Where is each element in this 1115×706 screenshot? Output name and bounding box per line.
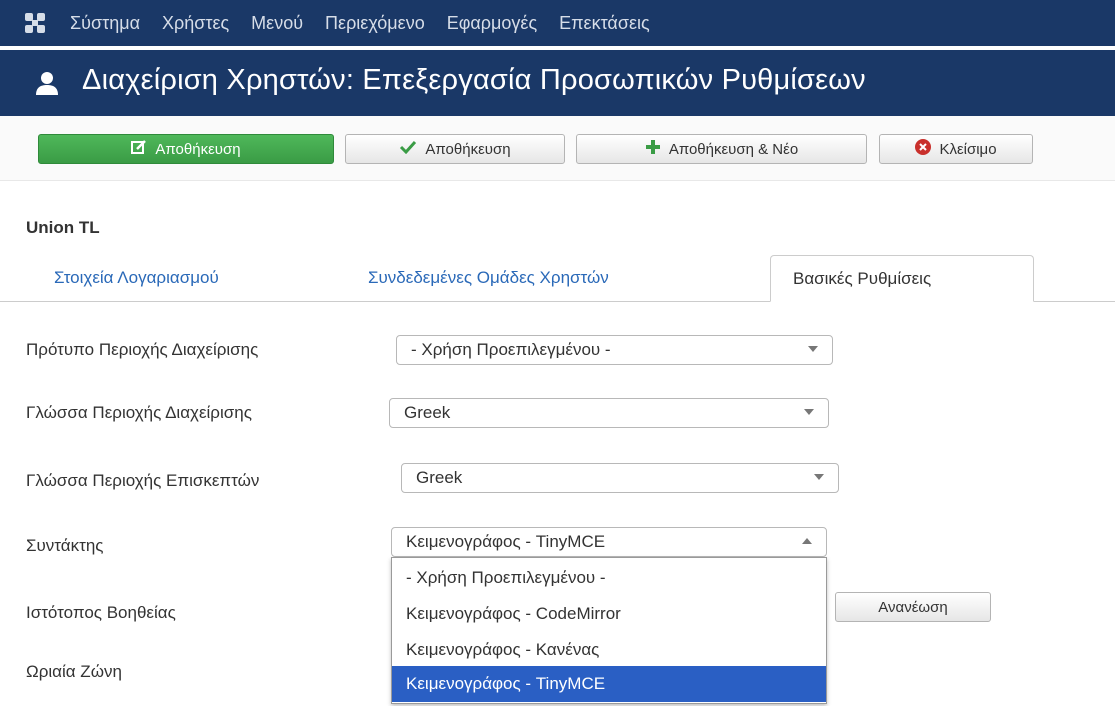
tab-assigned-groups[interactable]: Συνδεδεμένες Ομάδες Χρηστών xyxy=(368,255,609,301)
user-name-heading: Union TL xyxy=(26,218,100,237)
admin-template-select[interactable]: - Χρήση Προεπιλεγμένου - xyxy=(396,335,833,365)
editor-option[interactable]: - Χρήση Προεπιλεγμένου - xyxy=(392,560,826,596)
save-button[interactable]: Αποθήκευση xyxy=(38,134,334,164)
user-icon xyxy=(36,72,58,95)
save-button-label: Αποθήκευση xyxy=(155,140,241,158)
menu-item-menus[interactable]: Μενού xyxy=(251,13,303,34)
help-site-label: Ιστότοπος Βοηθείας xyxy=(26,603,176,622)
plus-icon xyxy=(645,139,661,159)
editor-label: Συντάκτης xyxy=(26,536,104,555)
menu-item-users[interactable]: Χρήστες xyxy=(162,13,229,34)
menu-item-extensions[interactable]: Επεκτάσεις xyxy=(559,13,650,34)
top-navbar: Σύστημα Χρήστες Μενού Περιεχόμενο Εφαρμο… xyxy=(0,0,1115,46)
main-menu: Σύστημα Χρήστες Μενού Περιεχόμενο Εφαρμο… xyxy=(70,0,672,46)
site-language-select[interactable]: Greek xyxy=(401,463,839,493)
tab-bar: Στοιχεία Λογαριασμού Συνδεδεμένες Ομάδες… xyxy=(0,255,1115,302)
site-language-label: Γλώσσα Περιοχής Επισκεπτών xyxy=(26,471,260,490)
chevron-down-icon xyxy=(814,474,824,480)
admin-language-label: Γλώσσα Περιοχής Διαχείρισης xyxy=(26,403,252,422)
close-button[interactable]: Κλείσιμο xyxy=(879,134,1033,164)
edit-icon xyxy=(131,139,147,159)
save-and-close-label: Αποθήκευση xyxy=(425,140,511,158)
joomla-icon[interactable] xyxy=(22,10,48,36)
editor-select[interactable]: Κειμενογράφος - TinyMCE xyxy=(391,527,827,557)
menu-item-content[interactable]: Περιεχόμενο xyxy=(325,13,425,34)
title-bar: Διαχείριση Χρηστών: Επεξεργασία Προσωπικ… xyxy=(0,50,1115,116)
close-circle-icon xyxy=(915,139,932,159)
admin-language-select[interactable]: Greek xyxy=(389,398,829,428)
save-and-close-button[interactable]: Αποθήκευση xyxy=(345,134,565,164)
menu-item-components[interactable]: Εφαρμογές xyxy=(447,13,537,34)
save-and-new-button[interactable]: Αποθήκευση & Νέο xyxy=(576,134,867,164)
editor-option[interactable]: Κειμενογράφος - CodeMirror xyxy=(392,596,826,632)
chevron-down-icon xyxy=(808,346,818,352)
menu-item-system[interactable]: Σύστημα xyxy=(70,13,140,34)
chevron-down-icon xyxy=(804,409,814,415)
tab-basic-settings[interactable]: Βασικές Ρυθμίσεις xyxy=(770,255,1034,302)
chevron-up-icon xyxy=(802,538,812,544)
close-button-label: Κλείσιμο xyxy=(939,140,997,158)
toolbar: Αποθήκευση Αποθήκευση Αποθήκευση & Νέο Κ… xyxy=(0,116,1115,181)
admin-template-label: Πρότυπο Περιοχής Διαχείρισης xyxy=(26,340,259,359)
editor-option[interactable]: Κειμενογράφος - Κανένας xyxy=(392,632,826,668)
save-and-new-label: Αποθήκευση & Νέο xyxy=(668,140,799,158)
refresh-button[interactable]: Ανανέωση xyxy=(835,592,991,622)
editor-dropdown-list: - Χρήση Προεπιλεγμένου - Κειμενογράφος -… xyxy=(391,557,827,704)
admin-language-value: Greek xyxy=(404,403,451,422)
page-title: Διαχείριση Χρηστών: Επεξεργασία Προσωπικ… xyxy=(82,64,866,96)
site-language-value: Greek xyxy=(416,468,463,487)
timezone-label: Ωριαία Ζώνη xyxy=(26,662,122,681)
admin-template-value: - Χρήση Προεπιλεγμένου - xyxy=(411,340,611,359)
editor-option-selected[interactable]: Κειμενογράφος - TinyMCE xyxy=(392,666,826,702)
tab-account-details[interactable]: Στοιχεία Λογαριασμού xyxy=(54,255,219,301)
editor-value: Κειμενογράφος - TinyMCE xyxy=(406,532,606,551)
check-icon xyxy=(399,140,417,158)
